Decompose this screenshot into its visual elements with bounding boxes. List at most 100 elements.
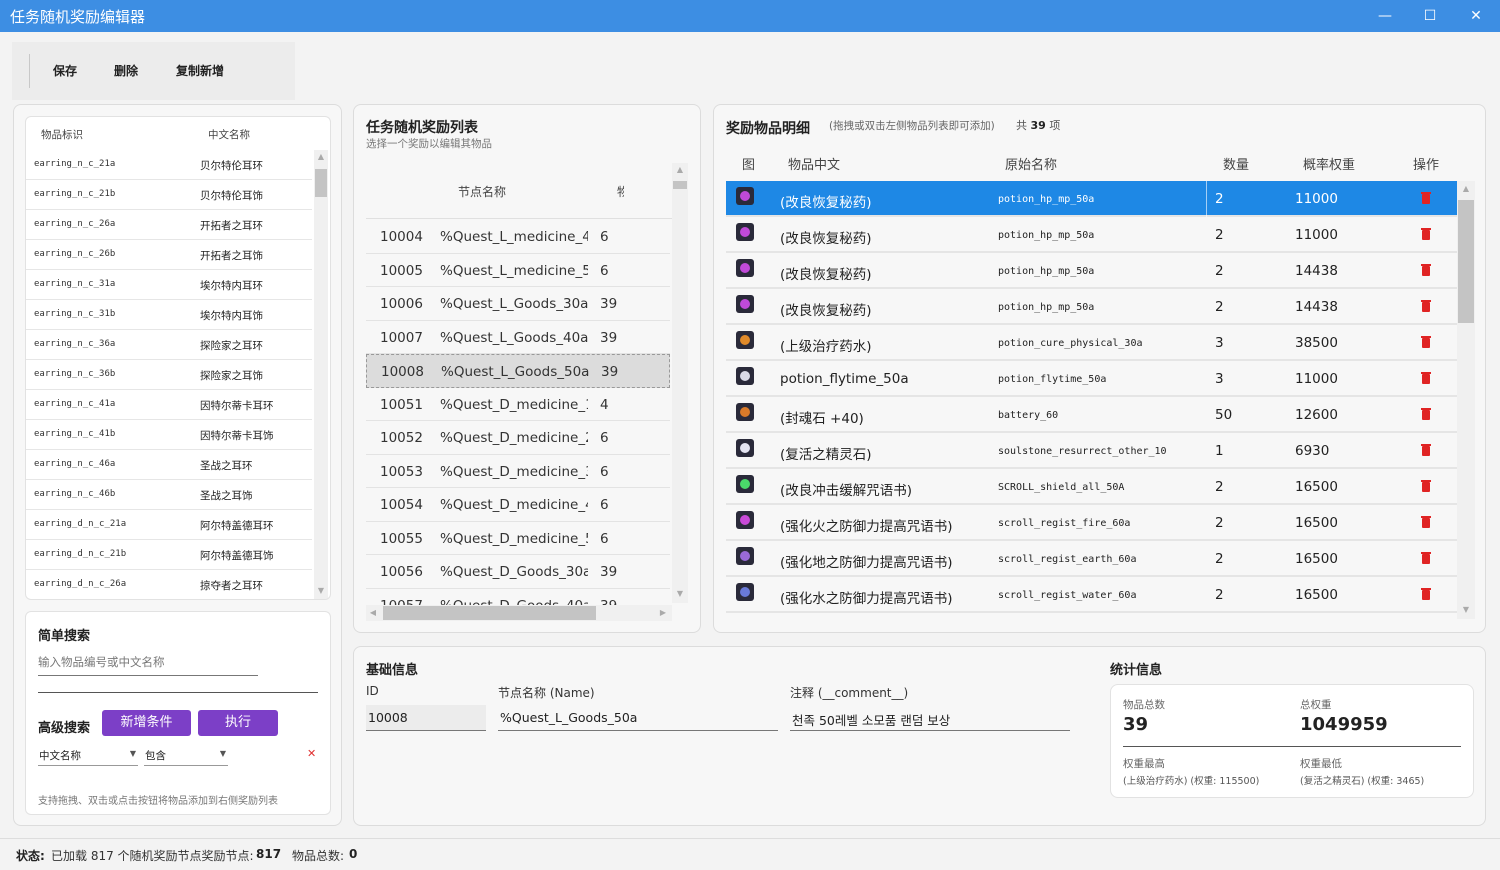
list-item[interactable]: earring_d_n_c_21b 阿尔特盖德耳饰: [26, 540, 312, 570]
trash-icon[interactable]: [1421, 480, 1431, 492]
reward-count: 39: [600, 564, 618, 580]
scroll-up-icon[interactable]: ▲: [1457, 184, 1475, 193]
list-item[interactable]: earring_n_c_46b 圣战之耳饰: [26, 480, 312, 510]
list-item[interactable]: earring_n_c_46a 圣战之耳环: [26, 450, 312, 480]
list-item[interactable]: earring_n_c_26a 开拓者之耳环: [26, 210, 312, 240]
trash-icon[interactable]: [1421, 372, 1431, 384]
table-row[interactable]: 10057 %Quest_D_Goods_40a 39: [366, 589, 670, 606]
table-row[interactable]: 10005 %Quest_L_medicine_50a 6: [366, 254, 670, 287]
reward-name: %Quest_D_medicine_40: [440, 497, 588, 513]
table-row[interactable]: (复活之精灵石) soulstone_resurrect_other_10 1 693…: [726, 433, 1457, 469]
trash-icon[interactable]: [1421, 336, 1431, 348]
list-item[interactable]: earring_n_c_41a 因特尔蒂卡耳环: [26, 390, 312, 420]
table-row[interactable]: potion_flytime_50a potion_flytime_50a 3 110…: [726, 361, 1457, 397]
scroll-down-icon[interactable]: ▼: [1457, 605, 1475, 614]
trash-icon[interactable]: [1421, 552, 1431, 564]
list-item[interactable]: earring_n_c_21b 贝尔特伦耳饰: [26, 180, 312, 210]
potion-icon: [736, 187, 754, 205]
scroll-down-icon[interactable]: ▼: [672, 589, 688, 598]
table-row[interactable]: 10007 %Quest_L_Goods_40a 39: [366, 321, 670, 354]
item-cn-name: (强化火之防御力提高咒语书): [780, 519, 953, 535]
table-row[interactable]: 10055 %Quest_D_medicine_50 6: [366, 522, 670, 555]
table-row[interactable]: (改良恢复秘药) potion_hp_mp_50a 2 14438: [726, 253, 1457, 289]
delete-button[interactable]: 删除: [114, 62, 138, 79]
table-row[interactable]: 10053 %Quest_D_medicine_30 6: [366, 455, 670, 488]
reward-name: %Quest_D_medicine_50: [440, 530, 588, 547]
list-item[interactable]: earring_n_c_31a 埃尔特内耳环: [26, 270, 312, 300]
list-item[interactable]: earring_d_n_c_21a 阿尔特盖德耳环: [26, 510, 312, 540]
add-condition-button[interactable]: 新增条件: [102, 710, 191, 736]
table-row[interactable]: 10054 %Quest_D_medicine_40 6: [366, 488, 670, 522]
remove-condition-icon[interactable]: ✕: [307, 747, 316, 760]
scroll-up-icon[interactable]: ▲: [314, 152, 328, 161]
trash-icon[interactable]: [1421, 444, 1431, 456]
trash-icon[interactable]: [1421, 588, 1431, 600]
reward-list-hscrollbar[interactable]: ◀ ▶: [366, 605, 672, 621]
scroll-right-icon[interactable]: ▶: [658, 608, 668, 617]
save-button[interactable]: 保存: [53, 62, 77, 79]
col-header-qty: 数量: [1223, 158, 1250, 173]
table-row[interactable]: (改良恢复秘药) potion_hp_mp_50a 2 14438: [726, 289, 1457, 325]
table-row[interactable]: 10004 %Quest_L_medicine_40a 6: [366, 220, 670, 254]
list-item[interactable]: earring_n_c_41b 因特尔蒂卡耳饰: [26, 420, 312, 450]
table-row[interactable]: (改良恢复秘药) potion_hp_mp_50a 2 11000: [726, 217, 1457, 253]
status-label: 状态:: [16, 849, 45, 863]
table-row[interactable]: 10006 %Quest_L_Goods_30a 39: [366, 287, 670, 321]
item-id: earring_n_c_31a: [34, 279, 116, 289]
maximize-button[interactable]: ☐: [1415, 4, 1445, 28]
duplicate-button[interactable]: 复制新增: [176, 62, 224, 79]
scroll-icon: [736, 547, 754, 565]
trash-icon[interactable]: [1421, 192, 1431, 204]
scroll-thumb[interactable]: [315, 169, 327, 197]
detail-title: 奖励物品明细: [726, 121, 810, 137]
trash-icon[interactable]: [1421, 300, 1431, 312]
list-item[interactable]: earring_n_c_26b 开拓者之耳饰: [26, 240, 312, 270]
trash-icon[interactable]: [1421, 264, 1431, 276]
list-item[interactable]: earring_d_n_c_26a 掠夺者之耳环: [26, 570, 312, 599]
item-list: 物品标识 中文名称 earring_n_c_21a 贝尔特伦耳环 earring_n…: [25, 116, 331, 600]
table-row[interactable]: (强化水之防御力提高咒语书) scroll_regist_water_60a 2 16…: [726, 577, 1457, 613]
table-row[interactable]: (强化地之防御力提高咒语书) scroll_regist_earth_60a 2 16…: [726, 541, 1457, 577]
trash-icon[interactable]: [1421, 516, 1431, 528]
trash-icon[interactable]: [1421, 408, 1431, 420]
close-button[interactable]: ✕: [1461, 4, 1491, 28]
comment-field[interactable]: 천족 50레벨 소모품 랜덤 보상: [790, 705, 1070, 731]
item-name: 开拓者之耳环: [200, 220, 263, 232]
hscroll-thumb[interactable]: [383, 606, 596, 620]
table-row[interactable]: 10051 %Quest_D_medicine_10 4: [366, 388, 670, 421]
detail-scrollbar[interactable]: ▲ ▼: [1457, 181, 1475, 619]
list-item[interactable]: earring_n_c_31b 埃尔特内耳饰: [26, 300, 312, 330]
scroll-up-icon[interactable]: ▲: [672, 165, 688, 174]
list-item[interactable]: earring_n_c_36a 探险家之耳环: [26, 330, 312, 360]
table-row[interactable]: (强化火之防御力提高咒语书) scroll_regist_fire_60a 2 165…: [726, 505, 1457, 541]
reward-list-vscrollbar[interactable]: ▲ ▼: [672, 163, 688, 603]
table-row[interactable]: (上级治疗药水) potion_cure_physical_30a 3 38500: [726, 325, 1457, 361]
reward-name: %Quest_D_Goods_40a: [440, 598, 588, 606]
item-list-scrollbar[interactable]: ▲ ▼: [314, 150, 328, 599]
item-cn-name: (改良恢复秘药): [780, 267, 872, 283]
scroll-left-icon[interactable]: ◀: [368, 608, 378, 617]
item-name: 因特尔蒂卡耳环: [200, 400, 274, 412]
list-item[interactable]: earring_n_c_36b 探险家之耳饰: [26, 360, 312, 390]
table-row[interactable]: (改良冲击缓解咒语书) SCROLL_shield_all_50A 2 16500: [726, 469, 1457, 505]
trash-icon[interactable]: [1421, 228, 1431, 240]
item-weight: 11000: [1295, 371, 1338, 387]
scroll-down-icon[interactable]: ▼: [314, 586, 328, 595]
table-row[interactable]: (封魂石 +40) battery_60 50 12600: [726, 397, 1457, 433]
table-row[interactable]: 10052 %Quest_D_medicine_20 6: [366, 421, 670, 455]
scroll-thumb[interactable]: [1458, 200, 1474, 323]
item-qty: 2: [1215, 515, 1224, 531]
minimize-button[interactable]: —: [1370, 4, 1400, 28]
table-row[interactable]: (改良恢复秘药) potion_hp_mp_50a 2 11000: [726, 181, 1457, 217]
scroll-thumb[interactable]: [673, 181, 687, 189]
node-name-field[interactable]: %Quest_L_Goods_50a: [498, 705, 778, 731]
status-items-label: 物品总数:: [292, 849, 345, 863]
operator-select[interactable]: 包含 ▼: [144, 744, 228, 766]
table-row[interactable]: 10008 %Quest_L_Goods_50a 39: [366, 354, 670, 388]
search-input[interactable]: 输入物品编号或中文名称: [38, 654, 258, 676]
item-orig-name: potion_flytime_50a: [998, 374, 1107, 385]
field-select[interactable]: 中文名称 ▼: [38, 744, 138, 766]
list-item[interactable]: earring_n_c_21a 贝尔特伦耳环: [26, 150, 312, 180]
table-row[interactable]: 10056 %Quest_D_Goods_30a 39: [366, 555, 670, 589]
execute-button[interactable]: 执行: [198, 710, 278, 736]
